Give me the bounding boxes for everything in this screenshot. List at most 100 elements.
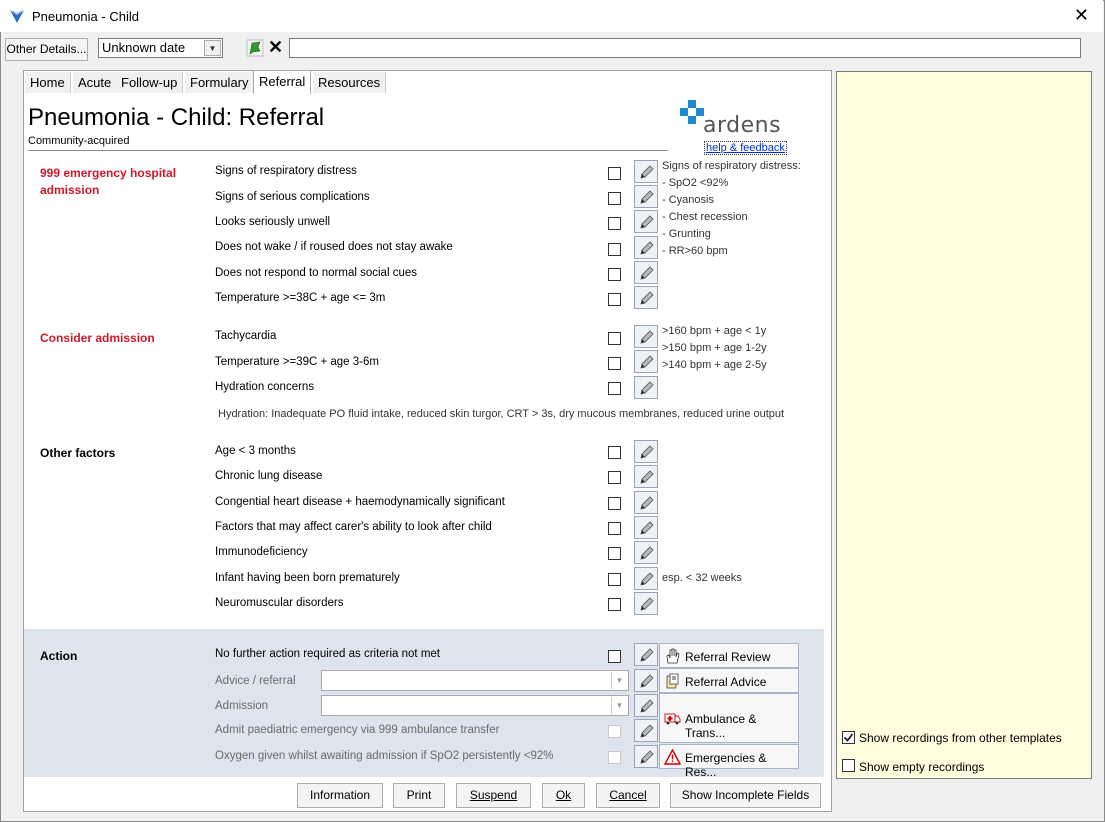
pencil-icon[interactable] [634, 567, 658, 590]
pencil-icon[interactable] [634, 516, 658, 539]
tab-referral[interactable]: Referral [253, 70, 312, 94]
tab-acute[interactable]: Acute [73, 72, 118, 93]
tab-follow-up[interactable]: Follow-up [116, 72, 184, 93]
print-button[interactable]: Print [393, 783, 445, 808]
pencil-icon[interactable] [634, 694, 658, 717]
information-button[interactable]: Information [297, 783, 383, 808]
clear-date-icon[interactable]: ✕ [268, 37, 283, 57]
checkbox-temp-39[interactable] [608, 357, 621, 370]
checkbox-carer-factors[interactable] [608, 522, 621, 535]
checkbox-show-empty[interactable] [842, 759, 855, 772]
referral-advice-button[interactable]: Referral Advice [659, 668, 799, 693]
free-text-input[interactable] [289, 38, 1081, 58]
pencil-icon[interactable] [634, 261, 658, 284]
pencil-icon[interactable] [634, 541, 658, 564]
item-admit-999: Admit paediatric emergency via 999 ambul… [215, 724, 500, 736]
chevron-down-icon[interactable]: ▼ [611, 697, 627, 714]
item-tachycardia: Tachycardia [215, 330, 277, 342]
checkbox-immunodeficiency[interactable] [608, 547, 621, 560]
item-age-3m: Age < 3 months [215, 445, 296, 457]
pencil-icon[interactable] [634, 745, 658, 768]
checkbox-neuromuscular[interactable] [608, 598, 621, 611]
item-immunodeficiency: Immunodeficiency [215, 546, 308, 558]
item-no-further-action: No further action required as criteria n… [215, 648, 440, 660]
tab-formulary[interactable]: Formulary [185, 72, 255, 93]
pencil-icon[interactable] [634, 236, 658, 259]
pencil-icon[interactable] [634, 440, 658, 463]
item-hydration: Hydration concerns [215, 381, 315, 393]
checkbox-respiratory-distress[interactable] [608, 167, 621, 180]
referral-review-button[interactable]: Referral Review [659, 643, 799, 668]
pencil-icon[interactable] [634, 643, 658, 666]
checkbox-temp-38[interactable] [608, 293, 621, 306]
tab-home[interactable]: Home [25, 72, 71, 93]
checkbox-admit-999[interactable] [608, 725, 621, 738]
checkbox-no-further-action[interactable] [608, 650, 621, 663]
pencil-icon[interactable] [634, 669, 658, 692]
show-other-templates-label: Show recordings from other templates [859, 731, 1062, 745]
item-carer-factors: Factors that may affect carer's ability … [215, 521, 492, 533]
other-details-button[interactable]: Other Details... [5, 38, 88, 61]
note-line: - Chest recession [662, 211, 748, 223]
date-select-value: Unknown date [102, 40, 186, 55]
ambulance-transport-button[interactable]: Ambulance & Trans... [659, 693, 799, 743]
item-serious-complications: Signs of serious complications [215, 191, 370, 203]
checkbox-show-other-templates[interactable] [842, 731, 855, 744]
item-seriously-unwell: Looks seriously unwell [215, 216, 331, 228]
date-select[interactable]: Unknown date ▼ [98, 38, 223, 58]
pencil-icon[interactable] [634, 185, 658, 208]
advice-referral-select[interactable]: ▼ [321, 670, 629, 691]
checkbox-oxygen[interactable] [608, 751, 621, 764]
check-icon [843, 733, 854, 742]
emergencies-button[interactable]: Emergencies & Res... [659, 744, 799, 779]
ok-button[interactable]: Ok [542, 783, 585, 808]
pencil-icon[interactable] [634, 350, 658, 373]
tab-resources[interactable]: Resources [313, 72, 387, 93]
checkbox-no-social-cues[interactable] [608, 268, 621, 281]
pencil-icon[interactable] [634, 465, 658, 488]
pencil-icon[interactable] [634, 376, 658, 399]
close-icon[interactable]: ✕ [1074, 5, 1089, 25]
note-line: - SpO2 <92% [662, 177, 729, 189]
cancel-button[interactable]: Cancel [596, 783, 660, 808]
show-incomplete-button[interactable]: Show Incomplete Fields [670, 783, 821, 808]
item-temp-38: Temperature >=38C + age <= 3m [215, 292, 386, 304]
checkbox-hydration[interactable] [608, 382, 621, 395]
checkbox-seriously-unwell[interactable] [608, 217, 621, 230]
item-chronic-lung: Chronic lung disease [215, 470, 323, 482]
pencil-icon[interactable] [634, 325, 658, 348]
checkbox-serious-complications[interactable] [608, 192, 621, 205]
hydration-note: Hydration: Inadequate PO fluid intake, r… [218, 408, 785, 420]
note-line: - Cyanosis [662, 194, 714, 206]
pencil-icon[interactable] [634, 286, 658, 309]
recordings-pane [836, 71, 1092, 779]
pencil-icon[interactable] [634, 592, 658, 615]
checkbox-does-not-wake[interactable] [608, 243, 621, 256]
admission-select[interactable]: ▼ [321, 695, 629, 716]
section-label-consider: Consider admission [40, 331, 155, 345]
suspend-button[interactable]: Suspend [456, 783, 531, 808]
ambulance-transport-label: Ambulance & Trans... [685, 712, 757, 740]
checkbox-heart-disease[interactable] [608, 497, 621, 510]
pencil-icon[interactable] [634, 210, 658, 233]
admission-label: Admission [215, 700, 269, 712]
checkbox-age-3m[interactable] [608, 446, 621, 459]
checkbox-chronic-lung[interactable] [608, 471, 621, 484]
note-line: - Grunting [662, 228, 711, 240]
window-title: Pneumonia - Child [32, 9, 139, 24]
item-temp-39: Temperature >=39C + age 3-6m [215, 356, 379, 368]
title-divider [28, 150, 668, 151]
checkbox-premature[interactable] [608, 573, 621, 586]
pencil-icon[interactable] [634, 491, 658, 514]
pencil-icon[interactable] [634, 719, 658, 742]
chevron-down-icon[interactable]: ▼ [204, 40, 221, 56]
checkbox-tachycardia[interactable] [608, 332, 621, 345]
item-premature: Infant having been born prematurely [215, 572, 400, 584]
tachycardia-note: >160 bpm + age < 1y >150 bpm + age 1-2y … [662, 323, 767, 374]
page-title: Pneumonia - Child: Referral [28, 104, 325, 131]
green-flag-icon[interactable] [245, 38, 265, 58]
item-no-social-cues: Does not respond to normal social cues [215, 267, 417, 279]
help-feedback-link[interactable]: help & feedback [704, 141, 787, 155]
pencil-icon[interactable] [634, 160, 658, 183]
chevron-down-icon[interactable]: ▼ [611, 672, 627, 689]
